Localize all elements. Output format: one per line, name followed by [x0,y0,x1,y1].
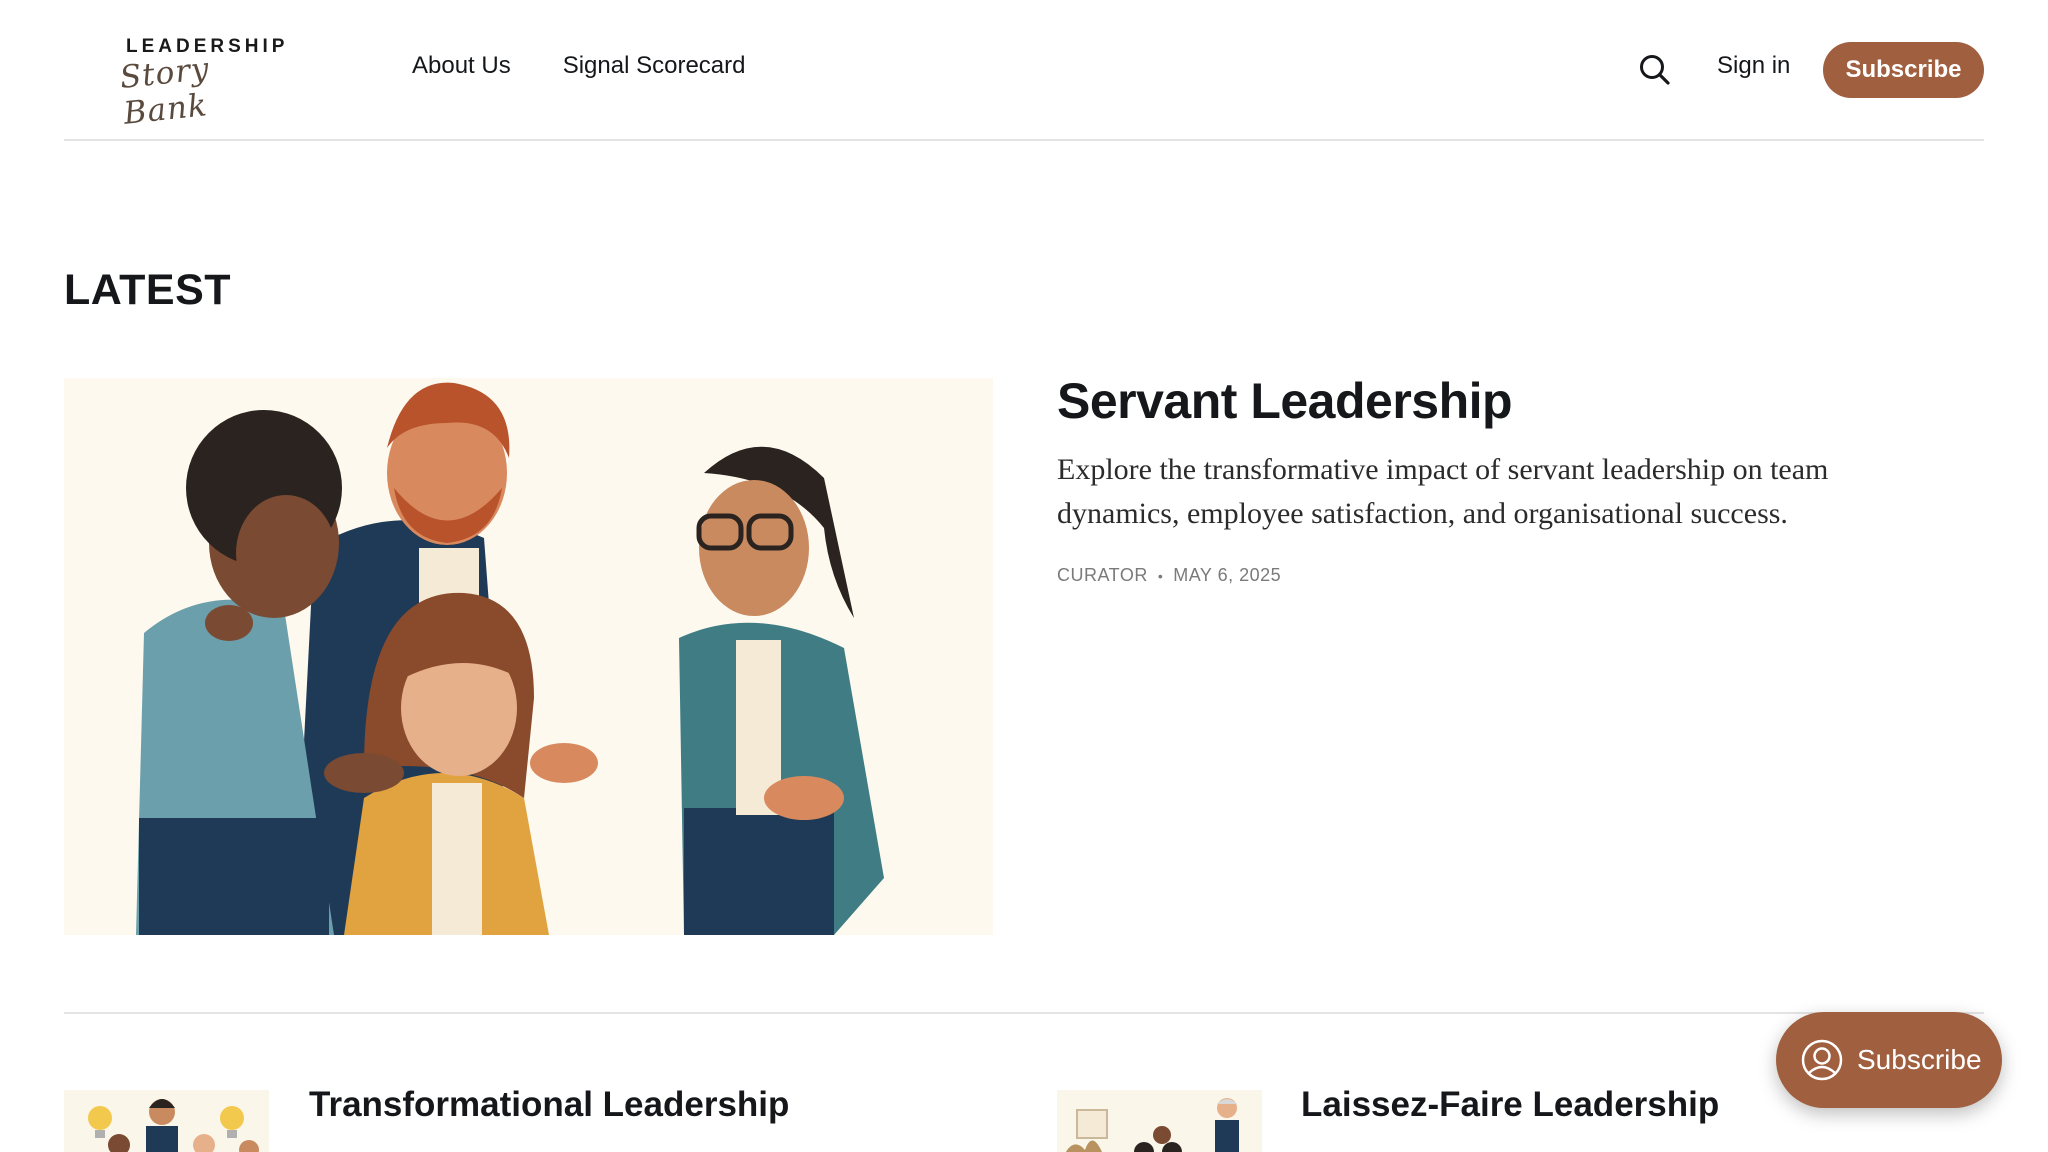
card-title-laissez-faire[interactable]: Laissez-Faire Leadership [1301,1085,1719,1125]
featured-post-image[interactable] [64,378,993,935]
post-date: MAY 6, 2025 [1173,565,1282,585]
subscribe-button[interactable]: Subscribe [1823,42,1984,98]
featured-post-excerpt: Explore the transformative impact of ser… [1057,453,1829,530]
main-nav: About Us Signal Scorecard [412,52,745,80]
card-illustration [64,1090,269,1152]
site-header: LEADERSHIP Story Bank About Us Signal Sc… [64,0,1984,141]
section-title: LATEST [64,266,232,314]
card-title-transformational[interactable]: Transformational Leadership [309,1085,789,1125]
post-meta: CURATOR • MAY 6, 2025 [1057,565,1281,586]
meta-separator: • [1157,567,1164,584]
nav-item-signal-scorecard[interactable]: Signal Scorecard [563,52,746,80]
logo-wordmark-script: Story Bank [118,50,212,132]
card-illustration [1057,1090,1262,1152]
search-button[interactable] [1637,52,1673,88]
section-divider [64,1012,1984,1014]
portal-subscribe-label: Subscribe [1857,1044,1982,1075]
signin-link[interactable]: Sign in [1717,52,1790,80]
portal-subscribe-button[interactable]: Subscribe [1776,1012,2002,1108]
user-circle-icon [1801,1039,1843,1081]
featured-post-title[interactable]: Servant Leadership [1057,372,1513,430]
card-thumbnail-transformational[interactable] [64,1090,269,1152]
post-author: CURATOR [1057,565,1148,585]
search-icon [1640,55,1670,85]
team-illustration [64,378,993,935]
site-logo[interactable]: LEADERSHIP Story Bank [118,34,284,132]
nav-item-about-us[interactable]: About Us [412,52,511,80]
card-thumbnail-laissez-faire[interactable] [1057,1090,1262,1152]
